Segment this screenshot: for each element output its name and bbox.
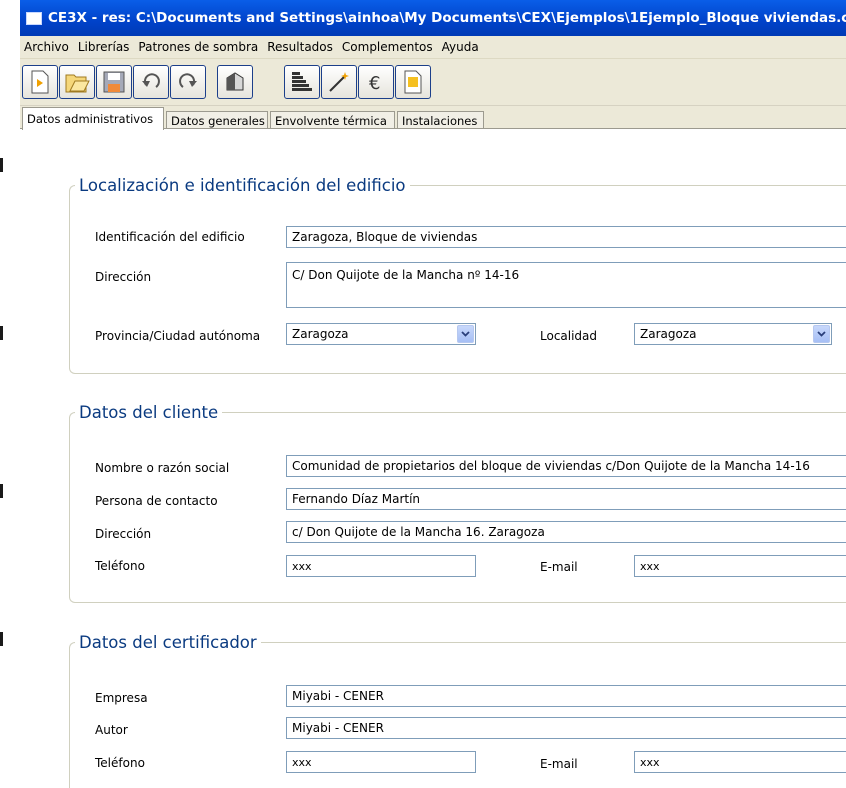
desktop-edge	[0, 0, 20, 788]
menu-librerias[interactable]: Librerías	[74, 40, 135, 54]
province-dropdown-button[interactable]	[457, 325, 474, 343]
energy-rating-icon	[292, 72, 312, 91]
desktop-mark	[0, 326, 3, 340]
author-label: Autor	[95, 723, 128, 737]
chevron-down-icon	[817, 331, 826, 337]
tab-strip: Datos administrativos Datos generales En…	[20, 106, 846, 130]
client-phone-field[interactable]: xxx	[286, 555, 476, 577]
open-icon	[65, 74, 90, 93]
app-icon	[26, 11, 42, 25]
desktop-mark	[0, 158, 3, 172]
certifier-email-label: E-mail	[540, 757, 578, 771]
title-bar[interactable]: CE3X - res: C:\Documents and Settings\ai…	[20, 0, 846, 36]
province-select[interactable]: Zaragoza	[286, 323, 476, 345]
building-button[interactable]	[217, 65, 253, 99]
toolbar: €	[20, 59, 846, 106]
client-phone-label: Teléfono	[95, 559, 145, 573]
desktop-mark	[0, 632, 3, 646]
menu-bar: Archivo Librerías Patrones de sombra Res…	[20, 36, 846, 59]
building-icon	[226, 72, 244, 91]
building-legend: Localización e identificación del edific…	[79, 176, 406, 195]
new-button[interactable]	[22, 65, 58, 99]
tab-panel: Localización e identificación del edific…	[20, 128, 846, 788]
undo-icon	[142, 73, 160, 88]
report-button[interactable]	[395, 65, 431, 99]
certifier-email-field[interactable]: xxx	[634, 751, 846, 773]
locality-label: Localidad	[540, 329, 598, 343]
author-field[interactable]: Miyabi - CENER	[286, 717, 846, 739]
certifier-phone-field[interactable]: xxx	[286, 751, 476, 773]
menu-ayuda[interactable]: Ayuda	[438, 40, 484, 54]
client-name-label: Nombre o razón social	[95, 461, 230, 475]
menu-complementos[interactable]: Complementos	[338, 40, 438, 54]
client-email-label: E-mail	[540, 560, 578, 574]
desktop-mark	[0, 484, 3, 498]
contact-field[interactable]: Fernando Díaz Martín	[286, 488, 846, 510]
tab-datos-administrativos[interactable]: Datos administrativos	[22, 107, 164, 130]
wand-button[interactable]	[321, 65, 357, 99]
province-value: Zaragoza	[292, 327, 349, 341]
svg-text:€: €	[369, 73, 380, 94]
certifier-legend: Datos del certificador	[79, 633, 257, 652]
building-address-label: Dirección	[95, 270, 152, 284]
province-label: Provincia/Ciudad autónoma	[95, 329, 261, 343]
client-address-field[interactable]: c/ Don Quijote de la Mancha 16. Zaragoza	[286, 521, 846, 543]
energy-rating-button[interactable]	[284, 65, 320, 99]
save-button[interactable]	[96, 65, 132, 99]
locality-dropdown-button[interactable]	[813, 325, 830, 343]
wand-icon	[329, 72, 349, 92]
building-address-field[interactable]: C/ Don Quijote de la Mancha nº 14-16	[286, 262, 846, 308]
open-button[interactable]	[59, 65, 95, 99]
client-address-label: Dirección	[95, 527, 152, 541]
chevron-down-icon	[461, 331, 470, 337]
locality-select[interactable]: Zaragoza	[634, 323, 832, 345]
undo-button[interactable]	[133, 65, 169, 99]
menu-resultados[interactable]: Resultados	[263, 40, 338, 54]
client-name-field[interactable]: Comunidad de propietarios del bloque de …	[286, 455, 846, 477]
building-id-field[interactable]: Zaragoza, Bloque de viviendas	[286, 226, 846, 248]
locality-value: Zaragoza	[640, 327, 697, 341]
menu-archivo[interactable]: Archivo	[20, 40, 74, 54]
redo-button[interactable]	[170, 65, 206, 99]
euro-icon: €	[369, 73, 380, 94]
save-icon	[103, 71, 125, 93]
euro-button[interactable]: €	[358, 65, 394, 99]
company-field[interactable]: Miyabi - CENER	[286, 685, 846, 707]
window-title: CE3X - res: C:\Documents and Settings\ai…	[48, 10, 846, 26]
certifier-phone-label: Teléfono	[95, 756, 145, 770]
redo-icon	[179, 73, 197, 88]
app-window: CE3X - res: C:\Documents and Settings\ai…	[20, 0, 846, 788]
contact-label: Persona de contacto	[95, 494, 218, 508]
new-icon	[31, 70, 49, 94]
menu-patrones-de-sombra[interactable]: Patrones de sombra	[134, 40, 263, 54]
company-label: Empresa	[95, 691, 148, 705]
client-legend: Datos del cliente	[79, 403, 219, 422]
building-id-label: Identificación del edificio	[95, 230, 245, 244]
report-icon	[404, 70, 422, 94]
client-email-field[interactable]: xxx	[634, 555, 846, 577]
